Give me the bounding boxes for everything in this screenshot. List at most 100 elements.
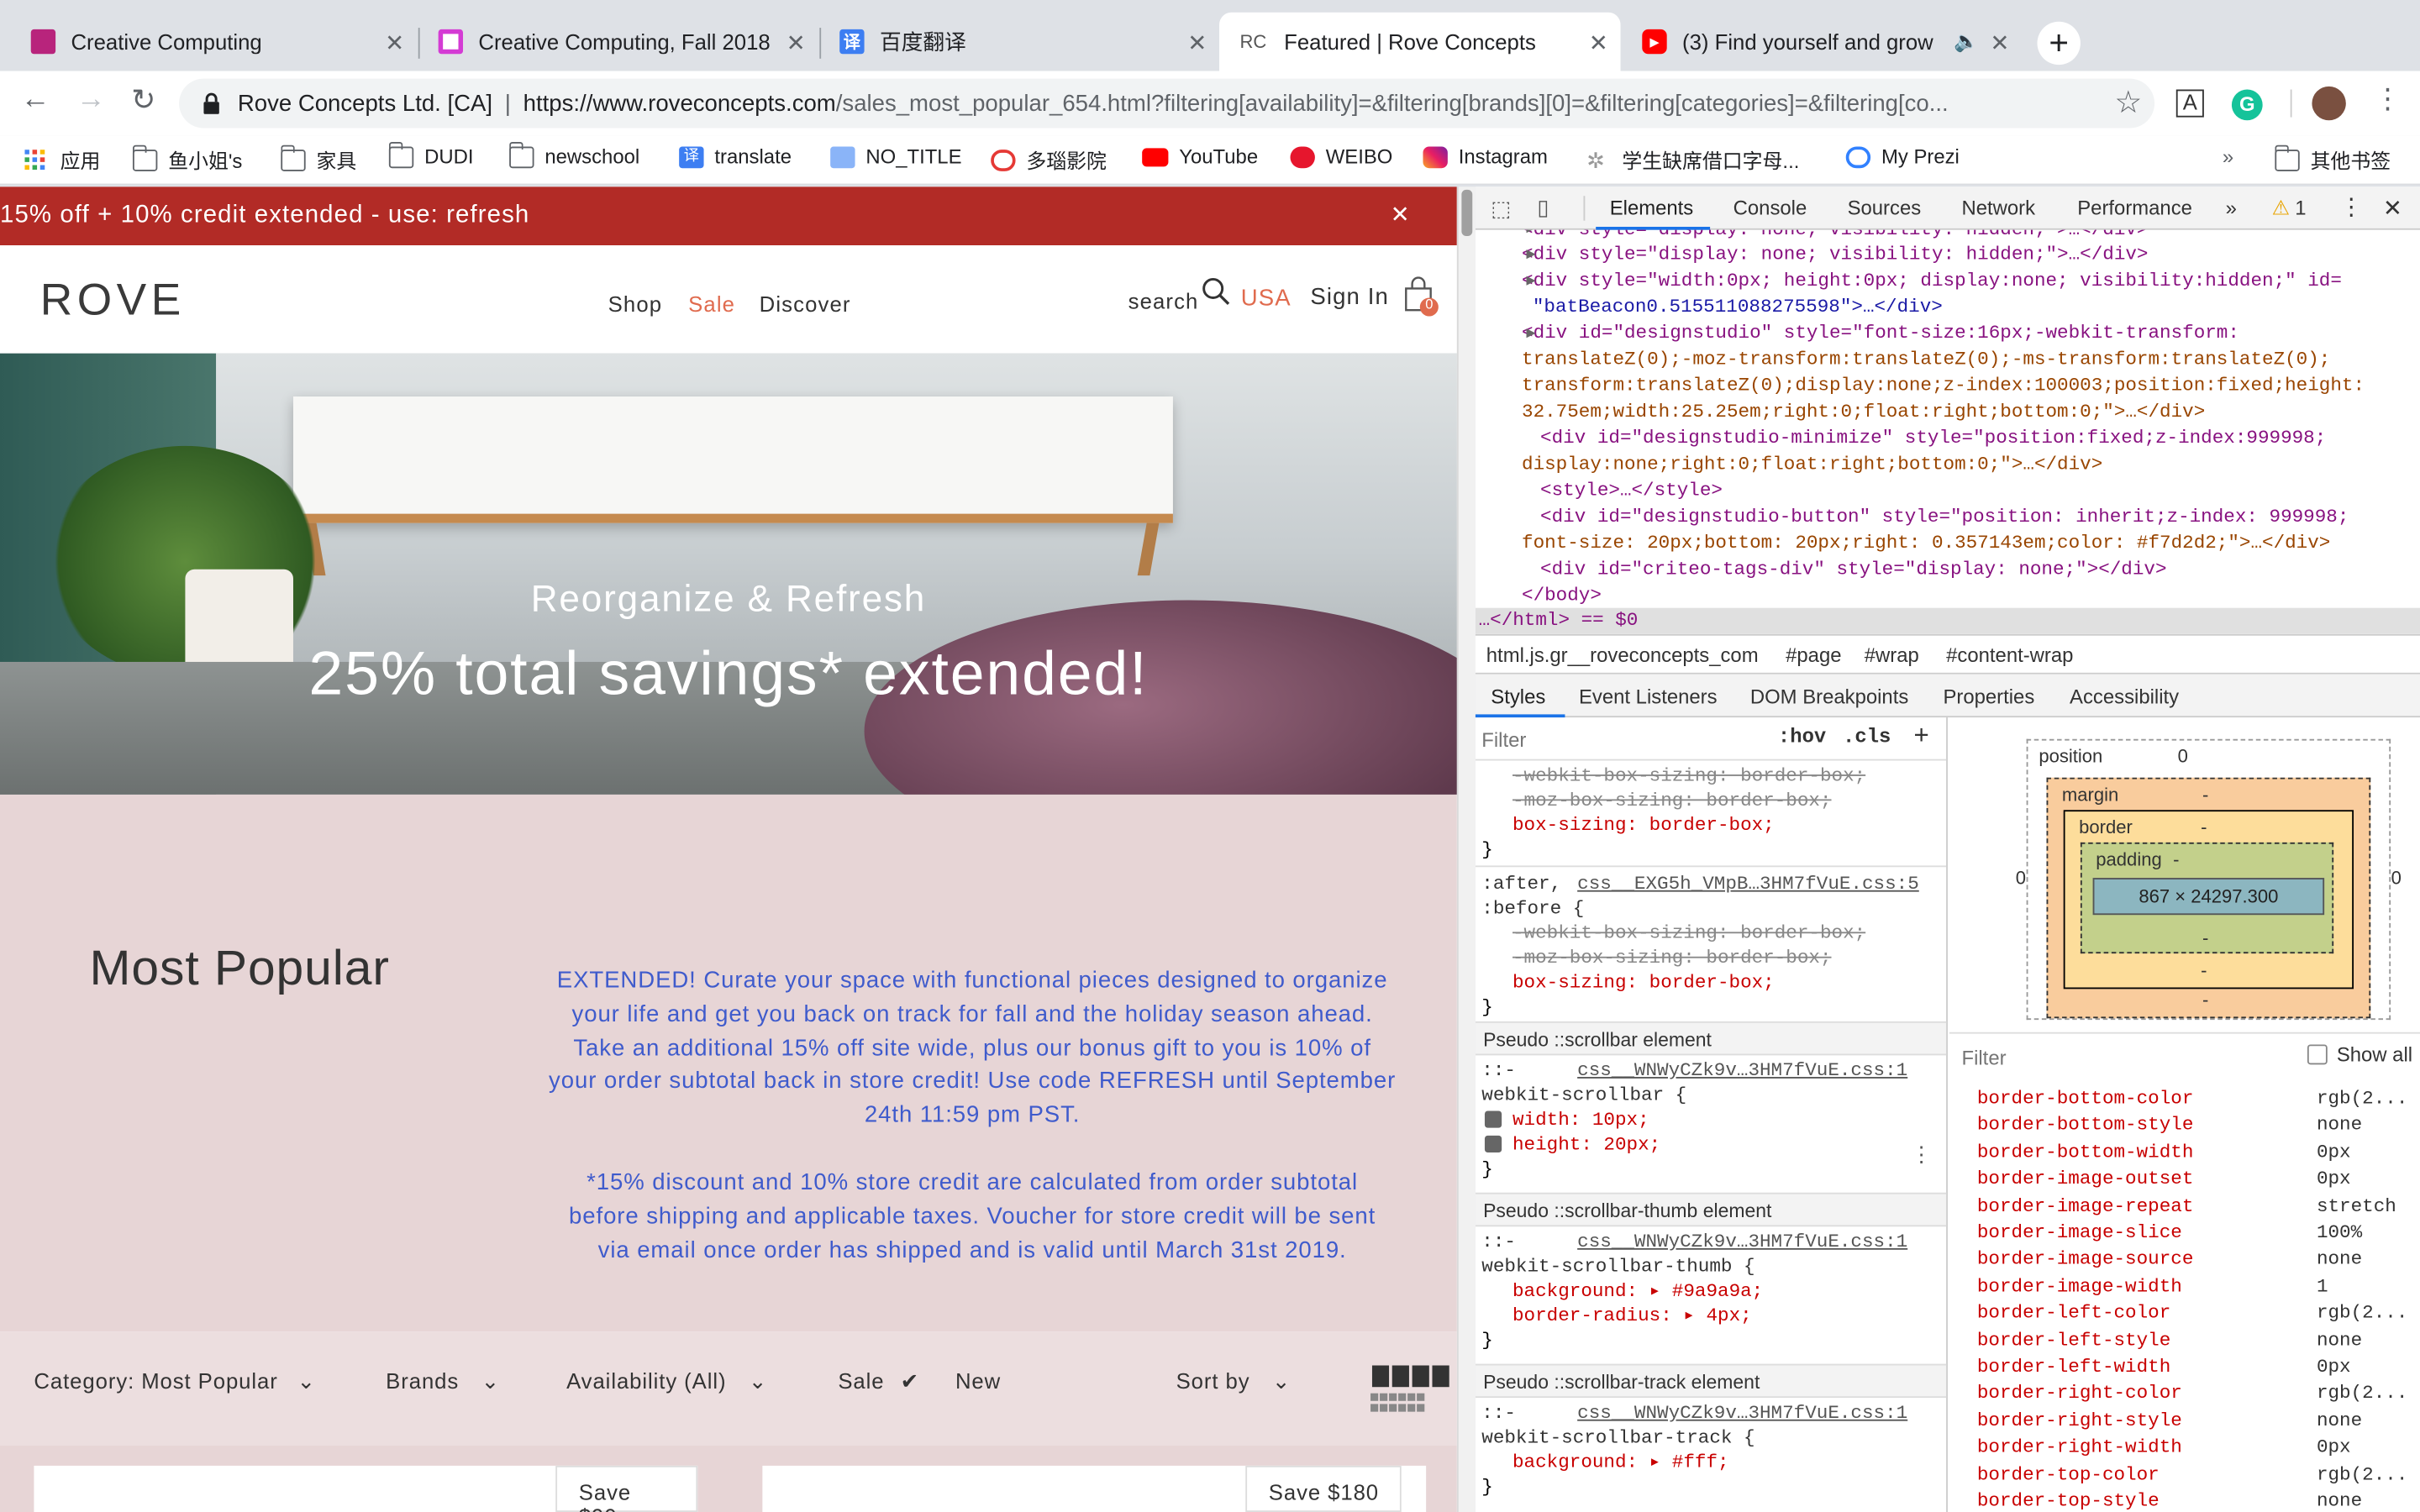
tab-sources[interactable]: Sources — [1848, 196, 1922, 219]
menu-dots-icon[interactable]: ⋮ — [2368, 83, 2408, 116]
box-model-margin[interactable]: margin - - border - - padding - - 867 × … — [2046, 777, 2371, 1019]
close-icon[interactable]: ✕ — [1589, 29, 1608, 57]
close-icon[interactable]: ✕ — [1391, 186, 1411, 245]
breadcrumb-item[interactable]: #page — [1786, 643, 1841, 667]
dom-line[interactable]: <style>…</style> — [1540, 478, 1723, 504]
computed-prop[interactable]: border-bottom-style — [1977, 1115, 2194, 1137]
dom-line[interactable]: <div style="width:0px; height:0px; displ… — [1522, 269, 2342, 295]
close-icon[interactable]: ✕ — [1187, 29, 1207, 57]
tab-creative-computing-fall[interactable]: Creative Computing, Fall 2018 ✕ — [420, 13, 818, 71]
filter-new[interactable]: New — [955, 1368, 1001, 1393]
tab-dom-breakpoints[interactable]: DOM Breakpoints — [1750, 685, 1908, 709]
stylesheet-link[interactable]: css__WNWyCZk9v…3HM7fVuE.css:1 — [1577, 1401, 1907, 1425]
computed-prop[interactable]: border-image-slice — [1977, 1222, 2182, 1244]
computed-filter-input[interactable] — [1961, 1041, 2270, 1073]
computed-prop[interactable]: border-left-color — [1977, 1303, 2170, 1325]
filter-brands[interactable]: Brands ⌄ — [386, 1368, 500, 1394]
tab-elements[interactable]: Elements — [1610, 196, 1694, 219]
page-scrollbar[interactable] — [1456, 186, 1476, 1512]
close-icon[interactable]: ✕ — [786, 29, 806, 57]
box-model-border[interactable]: border - - padding - - 867 × 24297.300 — [2063, 810, 2354, 990]
stylesheet-link[interactable]: css__WNWyCZk9v…3HM7fVuE.css:1 — [1577, 1058, 1907, 1083]
search-icon[interactable] — [1201, 276, 1232, 315]
stylesheet-link[interactable]: css__EXG5h_VMpB…3HM7fVuE.css:5 — [1577, 872, 1919, 896]
checkbox-icon[interactable] — [1484, 1110, 1502, 1128]
computed-prop[interactable]: border-image-repeat — [1977, 1195, 2194, 1217]
bookmark-folder[interactable]: DUDI — [387, 141, 473, 168]
tab-youtube[interactable]: ▶ (3) Find yourself and grow 🔈 ✕ — [1623, 13, 2022, 71]
computed-prop[interactable]: border-left-width — [1977, 1356, 2170, 1378]
filter-category[interactable]: Category: Most Popular ⌄ — [34, 1368, 316, 1394]
checkbox-icon[interactable] — [1484, 1135, 1502, 1153]
more-tabs-icon[interactable]: » — [2226, 196, 2237, 219]
bookmark-folder[interactable]: 家具 — [280, 144, 356, 175]
new-tab-button[interactable]: + — [2037, 21, 2081, 66]
dom-line[interactable]: <div id="designstudio-button" style="pos… — [1540, 505, 2349, 531]
expand-arrow-icon[interactable]: ▶ — [1527, 230, 1536, 235]
bookmark-instagram[interactable]: Instagram — [1423, 145, 1548, 168]
hero-banner[interactable]: Reorganize & Refresh 25% total savings* … — [0, 353, 1457, 795]
bookmark-other[interactable]: 其他书签 — [2274, 144, 2391, 175]
styles-filter-input[interactable] — [1481, 723, 1744, 755]
site-logo[interactable]: ROVE — [40, 276, 186, 328]
breadcrumb-item[interactable]: #content-wrap — [1946, 643, 2073, 667]
nav-shop[interactable]: Shop — [608, 291, 662, 316]
bookmark-duonao[interactable]: 多瑙影院 — [991, 145, 1107, 175]
dom-line[interactable]: <div id="criteo-tags-div" style="display… — [1540, 557, 2166, 583]
dom-line-selected[interactable]: …</html> == $0 — [1479, 608, 1639, 634]
dom-line[interactable]: <div id="designstudio-minimize" style="p… — [1540, 426, 2326, 452]
address-bar[interactable]: Rove Concepts Ltd. [CA] | https://www.ro… — [179, 78, 2155, 129]
device-toolbar-icon[interactable]: ▯ — [1537, 194, 1549, 220]
tab-event-listeners[interactable]: Event Listeners — [1579, 685, 1718, 709]
product-card[interactable]: Save $90 — [34, 1465, 698, 1512]
computed-prop[interactable]: border-bottom-width — [1977, 1142, 2194, 1163]
breadcrumb-item[interactable]: #wrap — [1865, 643, 1919, 667]
computed-prop[interactable]: border-image-width — [1977, 1276, 2182, 1298]
expand-arrow-icon[interactable]: ▶ — [1527, 247, 1536, 261]
inspect-element-icon[interactable]: ⬚ — [1491, 196, 1511, 222]
forward-icon[interactable]: → — [71, 83, 111, 117]
filter-availability[interactable]: Availability (All) ⌄ — [566, 1368, 767, 1394]
warning-icon[interactable]: ⚠ — [2272, 196, 2290, 220]
bookmarks-overflow-icon[interactable]: » — [2223, 145, 2233, 169]
box-model-padding[interactable]: padding - - 867 × 24297.300 — [2080, 842, 2334, 954]
tab-performance[interactable]: Performance — [2077, 196, 2192, 219]
show-all-checkbox[interactable] — [2307, 1044, 2328, 1065]
tab-styles[interactable]: Styles — [1491, 685, 1545, 709]
region-selector[interactable]: USA — [1241, 286, 1292, 312]
expand-arrow-icon[interactable]: ▶ — [1527, 326, 1536, 340]
bookmark-weibo[interactable]: WEIBO — [1290, 145, 1392, 168]
back-icon[interactable]: ← — [15, 83, 55, 117]
tab-baidu-translate[interactable]: 译 百度翻译 ✕ — [821, 13, 1219, 71]
hover-state-toggle[interactable]: :hov — [1778, 725, 1826, 748]
speaker-icon[interactable]: 🔈 — [1954, 29, 1979, 54]
computed-prop[interactable]: border-right-color — [1977, 1383, 2182, 1404]
bookmark-apps[interactable]: 应用 — [24, 145, 100, 175]
nav-sale[interactable]: Sale — [688, 291, 735, 316]
product-card[interactable]: Save $180 — [762, 1465, 1427, 1512]
expand-arrow-icon[interactable]: ▶ — [1527, 273, 1536, 287]
computed-prop[interactable]: border-top-style — [1977, 1490, 2160, 1512]
class-toggle[interactable]: .cls — [1843, 725, 1891, 748]
bookmark-folder[interactable]: 鱼小姐's — [132, 144, 242, 175]
bookmark-youtube[interactable]: YouTube — [1142, 145, 1258, 168]
bookmark-folder[interactable]: newschool — [508, 141, 639, 168]
computed-prop[interactable]: border-right-style — [1977, 1410, 2182, 1431]
stylesheet-link[interactable]: css__WNWyCZk9v…3HM7fVuE.css:1 — [1577, 1230, 1907, 1254]
more-icon[interactable]: ⋮ — [1911, 1145, 1933, 1169]
tab-properties[interactable]: Properties — [1943, 685, 2034, 709]
dom-line[interactable]: </body> — [1522, 583, 1602, 609]
computed-prop[interactable]: border-bottom-color — [1977, 1088, 2194, 1110]
nav-discover[interactable]: Discover — [760, 291, 851, 316]
computed-prop[interactable]: border-image-source — [1977, 1249, 2194, 1271]
cart-icon[interactable]: 0 — [1400, 273, 1440, 327]
reload-icon[interactable]: ↻ — [124, 83, 164, 118]
profile-avatar[interactable] — [2312, 86, 2346, 121]
tab-network[interactable]: Network — [1961, 196, 2035, 219]
dom-line[interactable]: <div style="display: none; visibility: h… — [1522, 242, 2148, 268]
close-devtools-icon[interactable]: ✕ — [2383, 194, 2402, 222]
tab-accessibility[interactable]: Accessibility — [2070, 685, 2179, 709]
breadcrumb-item[interactable]: html.js.gr__roveconcepts_com — [1486, 643, 1759, 667]
bookmark-translate[interactable]: 译 translate — [679, 145, 792, 168]
translate-extension-icon[interactable]: A — [2175, 89, 2204, 118]
